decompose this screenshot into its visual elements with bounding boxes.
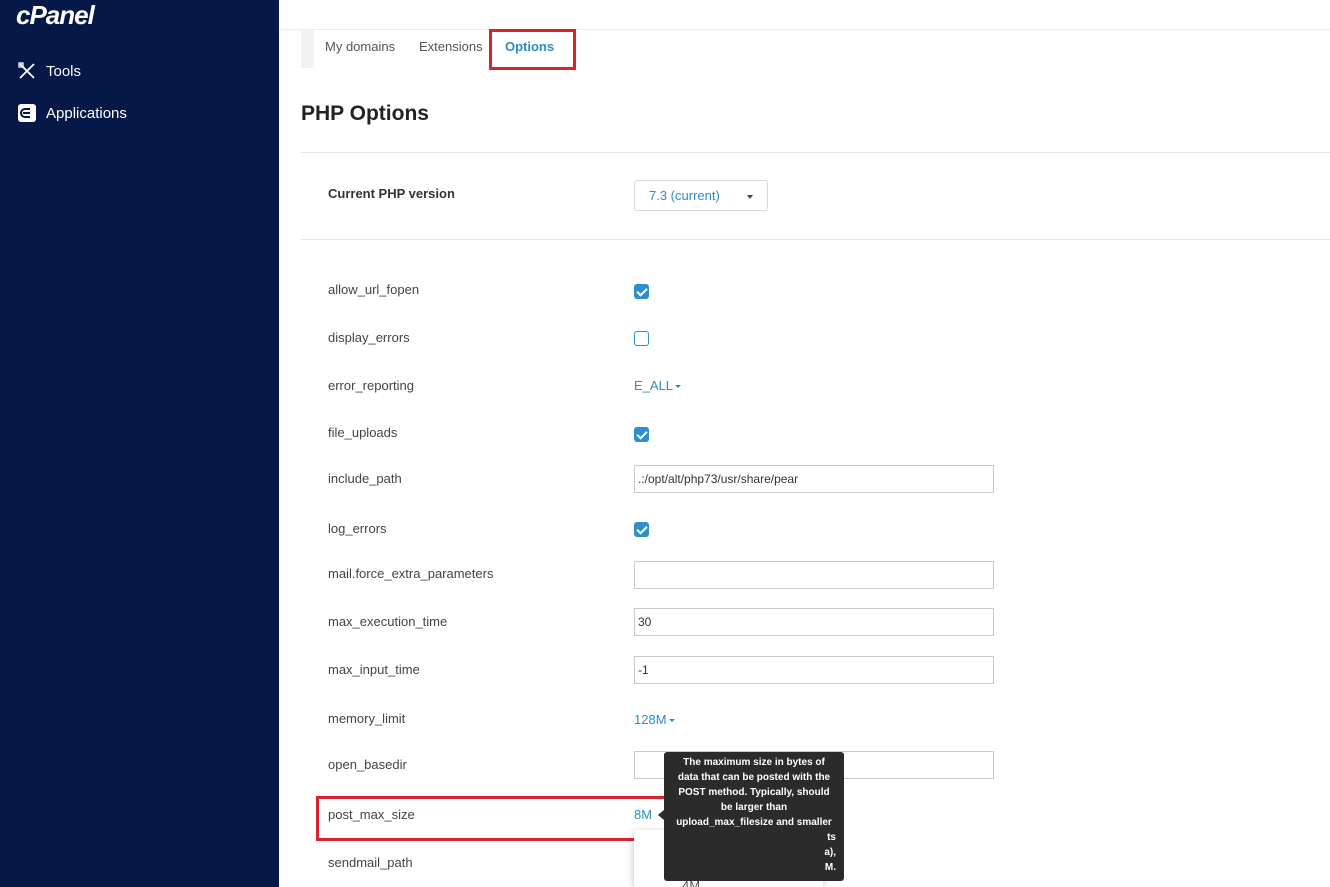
sidebar-item-label: Tools — [46, 62, 82, 80]
memory-limit-dropdown[interactable]: 128M — [634, 712, 675, 727]
option-label-sendmail-path: sendmail_path — [328, 855, 413, 870]
option-label-mail-force-extra-parameters: mail.force_extra_parameters — [328, 566, 494, 581]
mail-force-extra-parameters-input[interactable] — [634, 561, 994, 589]
php-version-select[interactable]: 7.3 (current) — [634, 180, 768, 211]
include-path-input[interactable]: .:/opt/alt/php73/usr/share/pear — [634, 465, 994, 493]
tooltip-line: POST method. Typically, should — [678, 787, 830, 798]
option-label-display-errors: display_errors — [328, 330, 410, 345]
file-uploads-checkbox[interactable] — [634, 427, 649, 442]
tools-icon — [16, 60, 38, 82]
highlight-box-post-max-size — [316, 796, 683, 841]
applications-icon — [16, 102, 38, 124]
sidebar: cPanel Tools Applications — [0, 0, 279, 887]
option-label-allow-url-fopen: allow_url_fopen — [328, 282, 420, 297]
option-label-log-errors: log_errors — [328, 521, 387, 536]
option-label-error-reporting: error_reporting — [328, 378, 414, 393]
max-execution-time-input[interactable]: 30 — [634, 608, 994, 636]
option-label-include-path: include_path — [328, 471, 402, 486]
allow-url-fopen-checkbox[interactable] — [634, 284, 649, 299]
display-errors-checkbox[interactable] — [634, 331, 649, 346]
tab-my-domains[interactable]: My domains — [325, 39, 395, 54]
highlight-box-options — [489, 29, 576, 70]
caret-down-icon — [747, 195, 753, 199]
tooltip-line: upload_max_filesize and smaller — [676, 817, 832, 828]
tooltip-line: be larger than — [720, 802, 788, 813]
option-label-file-uploads: file_uploads — [328, 425, 398, 440]
divider — [301, 152, 1330, 153]
divider — [301, 239, 1330, 240]
log-errors-checkbox[interactable] — [634, 522, 649, 537]
caret-down-icon — [675, 385, 682, 389]
sidebar-item-tools[interactable]: Tools — [16, 60, 81, 82]
error-reporting-dropdown[interactable]: E_ALL — [634, 378, 682, 393]
option-label-max-execution-time: max_execution_time — [328, 614, 448, 629]
option-label-open-basedir: open_basedir — [328, 757, 407, 772]
cpanel-logo[interactable]: cPanel — [16, 0, 95, 30]
tooltip-line: M. — [824, 862, 836, 873]
page-title: PHP Options — [301, 102, 429, 125]
memory-limit-value: 128M — [634, 712, 667, 727]
top-bar — [279, 0, 1330, 30]
error-reporting-value: E_ALL — [634, 378, 674, 393]
tab-extensions[interactable]: Extensions — [419, 39, 483, 54]
tooltip-line: The maximum size in bytes of — [683, 757, 825, 768]
php-version-value: 7.3 (current) — [649, 188, 720, 203]
option-label-memory-limit: memory_limit — [328, 711, 406, 726]
tooltip-line: a), — [824, 847, 836, 858]
php-version-label: Current PHP version — [328, 186, 455, 201]
max-input-time-input[interactable]: -1 — [634, 656, 994, 684]
option-label-max-input-time: max_input_time — [328, 662, 420, 677]
tooltip-line: data that can be posted with the — [677, 772, 831, 783]
sidebar-item-applications[interactable]: Applications — [16, 102, 127, 124]
sidebar-item-label: Applications — [46, 104, 127, 122]
tooltip-line: ts — [827, 832, 836, 843]
tooltip: The maximum size in bytes of data that c… — [664, 752, 844, 881]
caret-down-icon — [668, 719, 675, 723]
